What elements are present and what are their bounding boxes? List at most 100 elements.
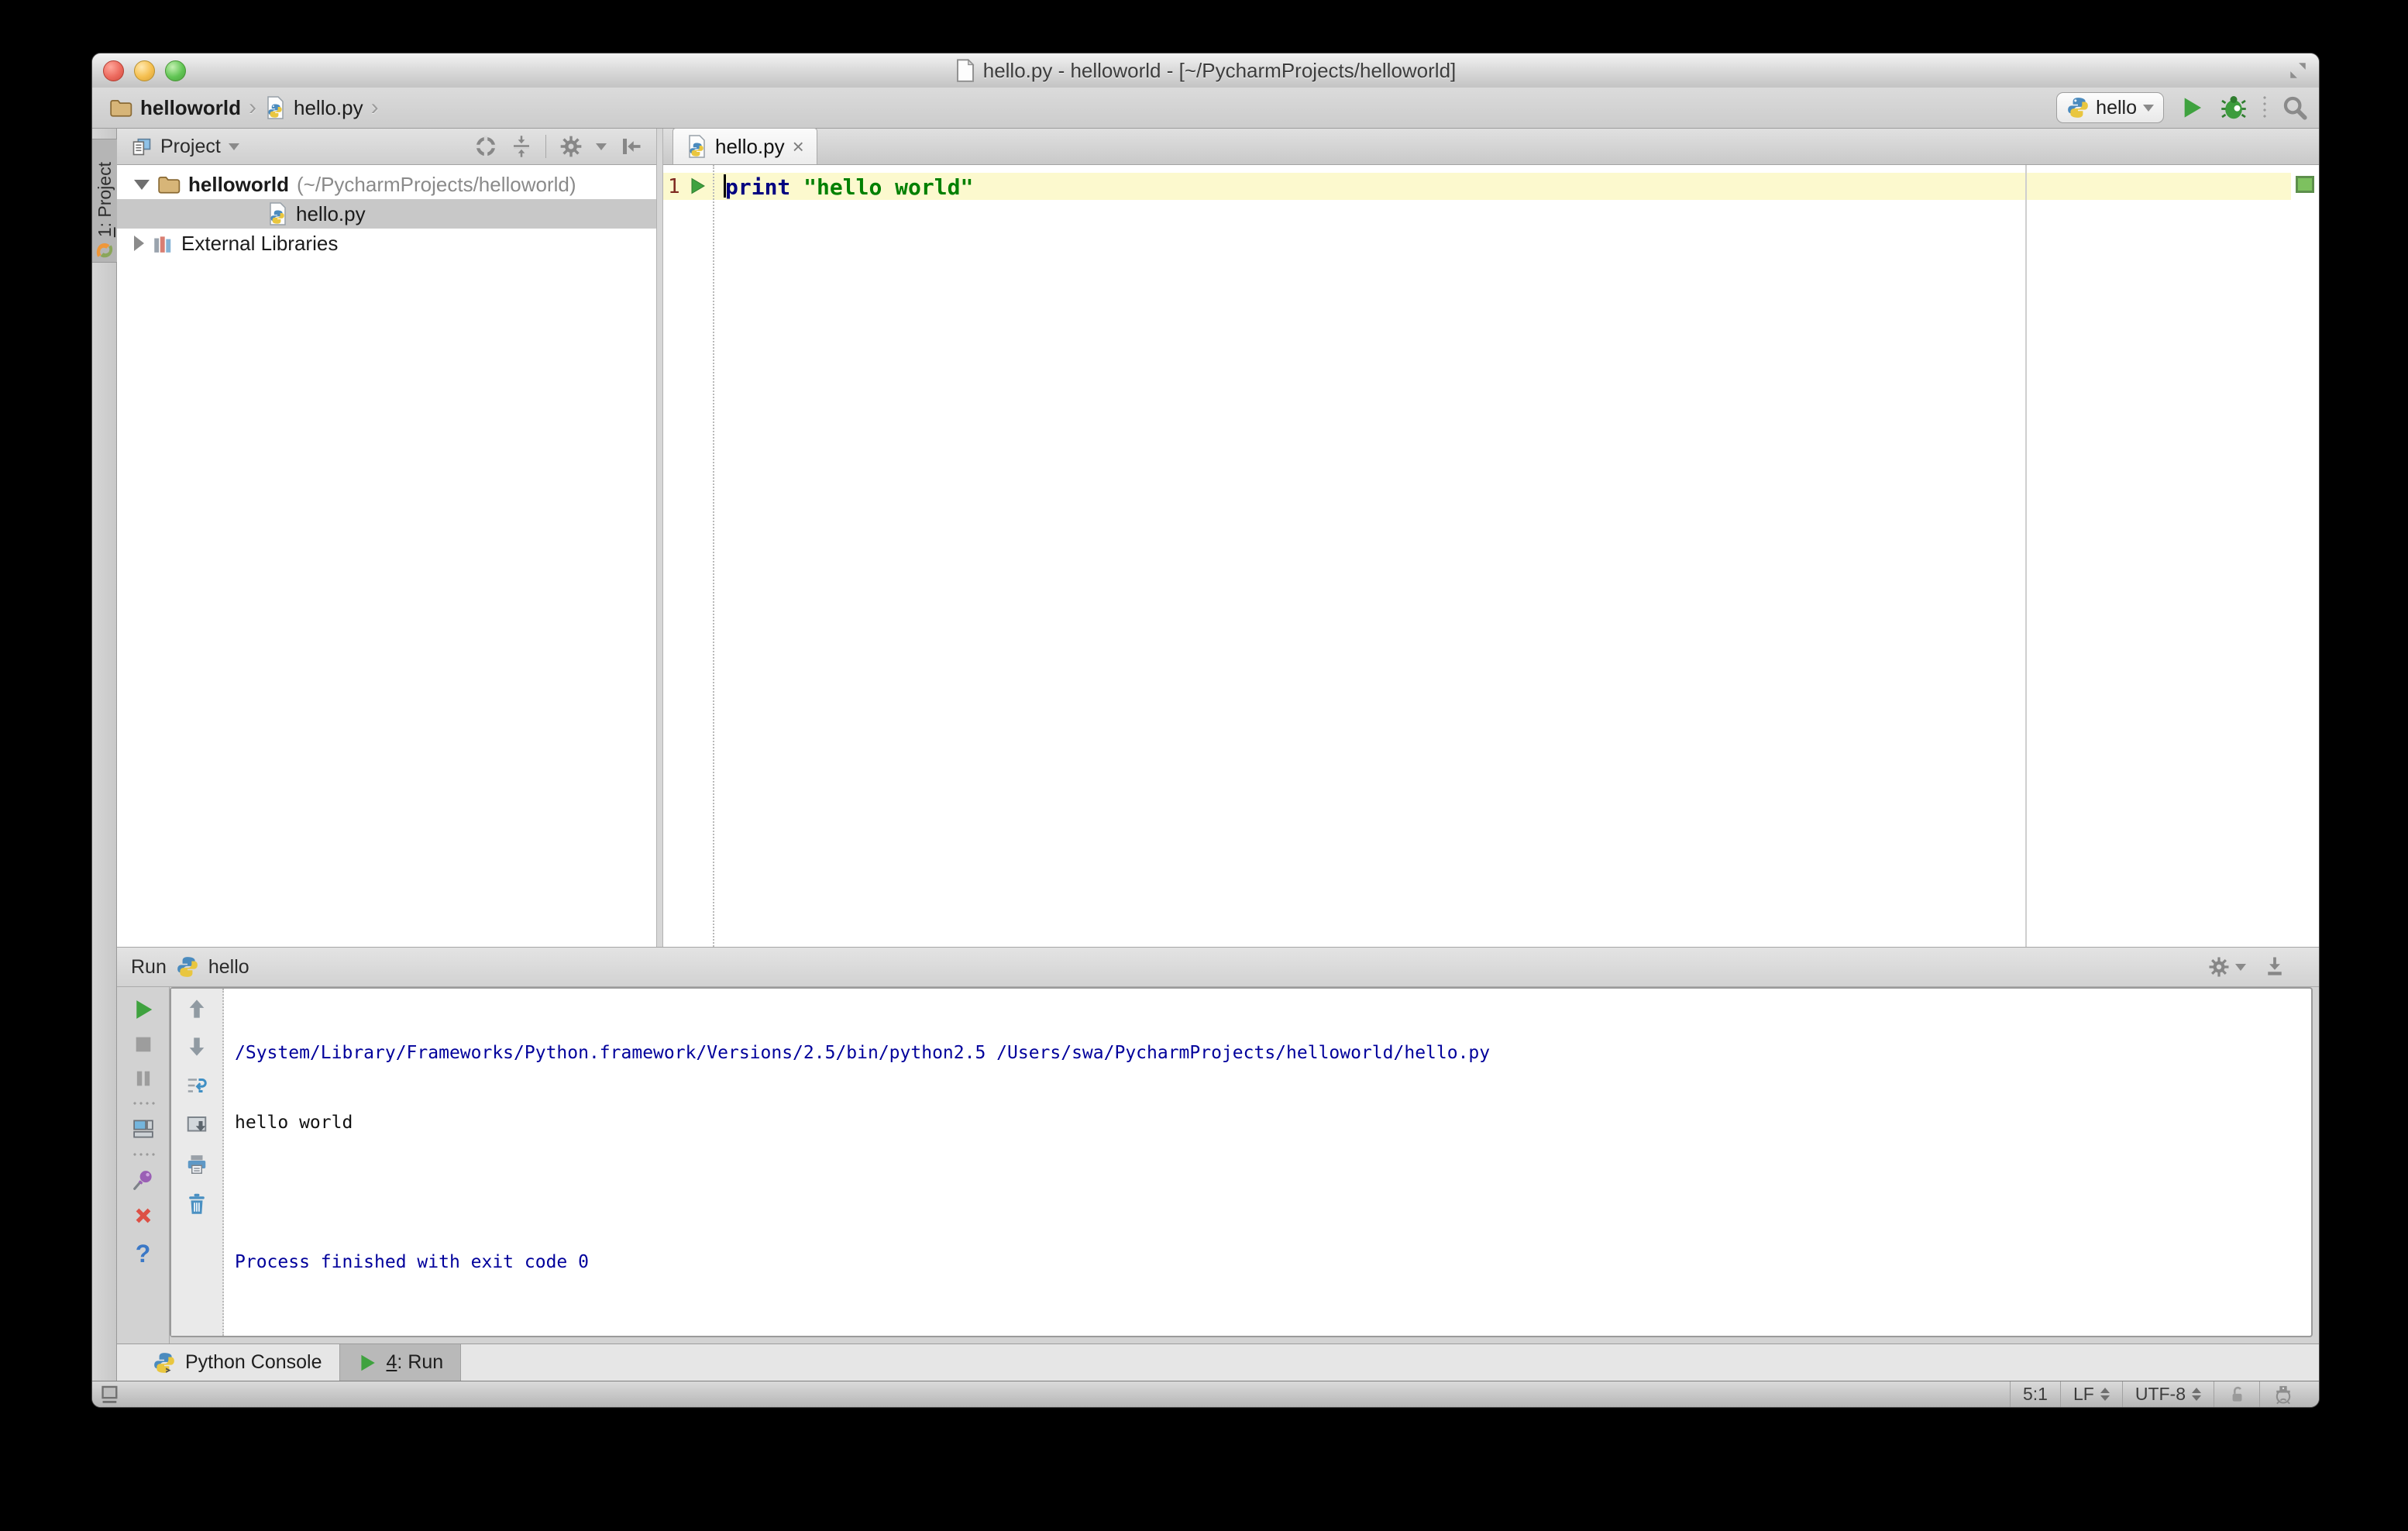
locate-icon[interactable] — [474, 135, 497, 158]
code-string: "hello world" — [803, 174, 974, 200]
run-panel-title: Run — [131, 955, 167, 978]
toolbar-separator — [131, 1102, 155, 1105]
code-line-1: print "hello world" — [724, 174, 973, 200]
tree-row-hello-py[interactable]: hello.py — [117, 199, 656, 229]
project-tool-window: Project helloworld (~/PycharmProjects/he… — [117, 129, 656, 947]
run-button[interactable] — [2179, 95, 2204, 121]
line-number: 1 — [668, 175, 680, 198]
run-configuration-select[interactable]: hello — [2056, 92, 2164, 123]
tree-root-path: (~/PycharmProjects/helloworld) — [297, 172, 576, 196]
window-title-text: hello.py - helloworld - [~/PycharmProjec… — [982, 58, 1457, 82]
breadcrumb-item-helloworld[interactable]: helloworld — [140, 96, 241, 120]
gear-icon[interactable] — [2207, 955, 2231, 979]
hide-panel-icon[interactable] — [619, 135, 642, 158]
editor-tab-label: hello.py — [715, 134, 785, 158]
libraries-icon — [154, 236, 171, 253]
restore-layout-button[interactable] — [131, 1117, 156, 1141]
chevron-down-icon[interactable] — [228, 143, 239, 150]
fullscreen-icon[interactable] — [2288, 60, 2308, 81]
readonly-lock-widget[interactable] — [2214, 1381, 2259, 1407]
folder-icon — [158, 177, 181, 194]
run-panel-header: Run hello — [117, 947, 2319, 987]
chevron-down-icon[interactable] — [2235, 963, 2246, 971]
breadcrumb-item-hello-py[interactable]: hello.py — [294, 96, 363, 120]
help-button[interactable]: ? — [136, 1240, 151, 1268]
breadcrumb-separator-icon: › — [370, 95, 379, 120]
encoding-widget[interactable]: UTF-8 — [2121, 1381, 2214, 1407]
caret-position-widget[interactable]: 5:1 — [2010, 1381, 2060, 1407]
code-keyword: print — [725, 174, 791, 200]
content-area: Project helloworld (~/PycharmProjects/he… — [117, 128, 2319, 1381]
pause-button[interactable] — [132, 1068, 154, 1089]
run-tab-label: 4: Run — [386, 1351, 444, 1373]
run-panel-header-toolbar — [2207, 955, 2305, 979]
tree-root-label: helloworld — [188, 172, 289, 196]
desktop-background: hello.py - helloworld - [~/PycharmProjec… — [0, 0, 2408, 1531]
tab-python-console[interactable]: Python Console — [136, 1344, 339, 1381]
chevron-down-icon[interactable] — [596, 143, 607, 150]
collapse-arrow-icon[interactable] — [134, 236, 144, 251]
debug-button[interactable] — [2220, 94, 2248, 122]
inspection-ok-indicator[interactable] — [2296, 176, 2314, 193]
close-icon[interactable]: × — [793, 136, 804, 157]
window-title: hello.py - helloworld - [~/PycharmProjec… — [955, 58, 1457, 83]
stop-button[interactable] — [132, 1034, 154, 1055]
clear-all-button[interactable] — [186, 1192, 208, 1216]
editor-tab-hello-py[interactable]: hello.py × — [673, 128, 817, 164]
soft-wrap-button[interactable] — [185, 1074, 208, 1097]
run-tab-icon — [360, 1354, 375, 1371]
tab-run[interactable]: 4: Run — [339, 1344, 462, 1381]
project-panel-title[interactable]: Project — [160, 136, 221, 158]
panel-splitter[interactable] — [656, 129, 663, 947]
expand-arrow-icon[interactable] — [134, 179, 150, 190]
console-line: hello world — [235, 1113, 353, 1133]
up-stack-trace-button[interactable] — [186, 998, 208, 1020]
down-stack-trace-button[interactable] — [186, 1036, 208, 1058]
zoom-window-button[interactable] — [165, 60, 186, 81]
scroll-to-end-button[interactable] — [185, 1113, 208, 1137]
status-bar: 5:1 LF UTF-8 — [92, 1381, 2319, 1407]
python-console-icon — [154, 1352, 174, 1373]
inspection-profile-widget[interactable] — [2259, 1381, 2307, 1407]
console-line: Process finished with exit code 0 — [235, 1252, 589, 1272]
console-output[interactable]: /System/Library/Frameworks/Python.framew… — [235, 995, 2303, 1331]
folder-icon — [110, 100, 132, 117]
tool-window-stripe-left: 1: Project — [92, 129, 117, 1381]
close-button[interactable] — [132, 1204, 155, 1227]
status-bar-widgets: 5:1 LF UTF-8 — [2010, 1381, 2319, 1407]
traffic-lights — [103, 53, 186, 88]
console-line: /System/Library/Frameworks/Python.framew… — [235, 1043, 1491, 1063]
window-titlebar[interactable]: hello.py - helloworld - [~/PycharmProjec… — [92, 53, 2319, 88]
error-stripe-column[interactable] — [2291, 165, 2319, 947]
gear-icon[interactable] — [559, 134, 583, 159]
main-area: 1: Project Project helloworld (~/Pycharm… — [92, 128, 2319, 1381]
tool-window-bar-bottom: Python Console 4: Run — [117, 1343, 2319, 1381]
breadcrumb: helloworld › hello.py › — [92, 95, 379, 121]
toggle-toolwindow-buttons-icon[interactable] — [98, 1385, 122, 1405]
line-separator-widget[interactable]: LF — [2059, 1381, 2122, 1407]
run-tool-window: Run hello ? /System/Library/Frameworks/P… — [117, 947, 2319, 1343]
run-configuration-name: hello — [2096, 96, 2137, 119]
run-line-icon[interactable] — [688, 175, 707, 197]
minimize-window-button[interactable] — [134, 60, 155, 81]
code-editor[interactable]: 1 print "hello world" — [663, 165, 2319, 947]
search-icon[interactable] — [2282, 95, 2308, 121]
print-button[interactable] — [185, 1153, 208, 1176]
navigation-bar: helloworld › hello.py › hello — [92, 88, 2319, 129]
tree-row-external-libraries[interactable]: External Libraries — [117, 229, 656, 258]
toolbar-separator — [545, 135, 546, 158]
editor-tab-bar: hello.py × — [663, 128, 2319, 165]
close-window-button[interactable] — [103, 60, 124, 81]
selector-arrows-icon — [2192, 1388, 2201, 1401]
sidebar-tab-project[interactable]: 1: Project — [92, 139, 117, 263]
editor-gutter: 1 — [663, 165, 714, 947]
console-toolbar — [171, 989, 224, 1336]
rerun-button[interactable] — [132, 998, 155, 1021]
hide-panel-down-icon[interactable] — [2263, 955, 2286, 979]
project-panel-header: Project — [117, 129, 656, 165]
pin-button[interactable] — [132, 1168, 155, 1192]
collapse-all-icon[interactable] — [510, 135, 533, 158]
python-console-tab-label: Python Console — [185, 1351, 322, 1373]
tree-row-project-root[interactable]: helloworld (~/PycharmProjects/helloworld… — [117, 170, 656, 199]
